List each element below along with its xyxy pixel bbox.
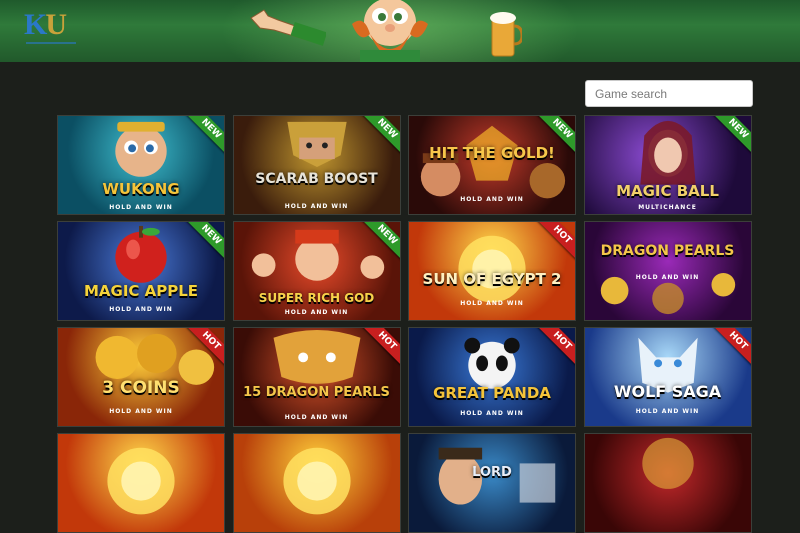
- game-card[interactable]: SUPER RICH GOD HOLD AND WIN NEW: [232, 221, 401, 321]
- game-subtitle: HOLD AND WIN: [284, 414, 349, 421]
- game-card[interactable]: [583, 433, 752, 533]
- game-subtitle: HOLD AND WIN: [109, 306, 173, 313]
- logo-letter-k: K: [24, 8, 47, 41]
- game-title: SUPER RICH GOD: [258, 291, 375, 305]
- game-card[interactable]: SUN OF EGYPT 2 HOLD AND WIN HOT: [408, 221, 576, 321]
- game-card[interactable]: [232, 433, 401, 533]
- game-card[interactable]: 15 DRAGON PEARLS HOLD AND WIN HOT: [232, 327, 401, 427]
- game-thumbnail-art: [282, 447, 351, 515]
- game-card[interactable]: HIT THE GOLD! HOLD AND WIN NEW: [408, 115, 576, 215]
- game-thumbnail-art: [641, 437, 694, 489]
- game-thumbnail-art: [251, 229, 384, 281]
- game-card[interactable]: WUKONG HOLD AND WIN NEW: [57, 115, 225, 215]
- beer-mug-icon: [490, 12, 522, 57]
- game-subtitle: HOLD AND WIN: [460, 196, 524, 203]
- header-banner: KU: [0, 0, 800, 62]
- game-subtitle: HOLD AND WIN: [635, 274, 700, 281]
- game-thumbnail-art: [600, 272, 735, 315]
- site-logo[interactable]: KU: [24, 8, 67, 41]
- game-thumbnail-art: [438, 447, 556, 505]
- game-title: WOLF SAGA: [613, 382, 722, 401]
- game-card[interactable]: 3 COINS HOLD AND WIN HOT: [57, 327, 225, 427]
- game-thumbnail-art: [107, 447, 175, 515]
- game-subtitle: HOLD AND WIN: [460, 410, 524, 417]
- game-card[interactable]: SCARAB BOOST HOLD AND WIN NEW: [232, 115, 401, 215]
- game-thumbnail-art: [273, 329, 360, 384]
- game-thumbnail-art: [286, 121, 347, 167]
- game-subtitle: HOLD AND WIN: [635, 408, 700, 415]
- game-thumbnail-art: [115, 121, 167, 177]
- game-subtitle: HOLD AND WIN: [284, 203, 349, 210]
- game-card[interactable]: GREAT PANDA HOLD AND WIN HOT: [408, 327, 576, 427]
- game-title: DRAGON PEARLS: [600, 243, 735, 259]
- game-subtitle: HOLD AND WIN: [109, 408, 173, 415]
- game-title: HIT THE GOLD!: [429, 144, 555, 162]
- game-title: 15 DRAGON PEARLS: [243, 385, 390, 400]
- game-title: LORD: [472, 465, 512, 480]
- game-title: GREAT PANDA: [433, 384, 551, 402]
- game-subtitle: HOLD AND WIN: [109, 204, 173, 211]
- game-card[interactable]: MAGIC APPLE HOLD AND WIN NEW: [57, 221, 225, 321]
- game-search-input[interactable]: [585, 80, 753, 107]
- logo-underline: [26, 42, 76, 44]
- game-card[interactable]: [57, 433, 225, 533]
- game-subtitle: HOLD AND WIN: [460, 300, 524, 307]
- game-card[interactable]: WOLF SAGA HOLD AND WIN HOT: [583, 327, 752, 427]
- game-title: 3 COINS: [102, 378, 180, 398]
- game-card[interactable]: MAGIC BALL MULTICHANCE NEW: [583, 115, 752, 215]
- game-card[interactable]: DRAGON PEARLS HOLD AND WIN: [583, 221, 752, 321]
- game-title: SCARAB BOOST: [255, 171, 378, 187]
- game-title: MAGIC BALL: [616, 182, 719, 200]
- logo-letter-u: U: [45, 8, 67, 41]
- game-subtitle: HOLD AND WIN: [284, 309, 349, 316]
- game-title: MAGIC APPLE: [83, 282, 199, 300]
- game-subtitle: MULTICHANCE: [638, 204, 697, 211]
- game-title: WUKONG: [102, 180, 180, 198]
- leprechaun-mascot-icon: [352, 0, 428, 62]
- game-title: SUN OF EGYPT 2: [422, 270, 562, 288]
- leprechaun-hand-icon: [250, 9, 326, 46]
- game-card[interactable]: LORD: [408, 433, 576, 533]
